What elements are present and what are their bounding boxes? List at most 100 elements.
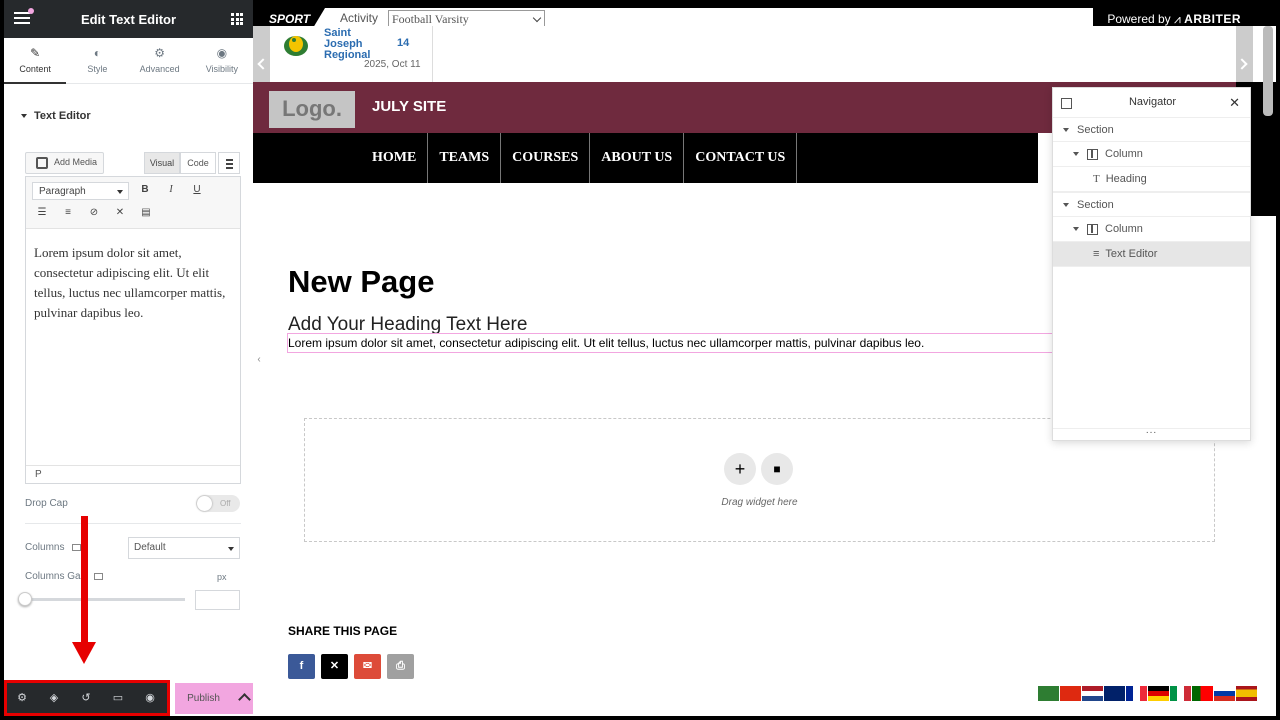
navigator-resize-dots: ... [1145, 425, 1158, 436]
settings-icon[interactable]: ⚙ [15, 691, 29, 705]
text-editor-field[interactable]: Paragraph B I U ☰ ≡ ⊘ ✕ ▤ Lorem ipsum do… [25, 176, 241, 484]
navigator-title: Navigator [1128, 96, 1177, 108]
flag-portuguese-icon[interactable] [1192, 686, 1213, 701]
eye-icon: ◉ [216, 46, 228, 60]
flag-french-icon[interactable] [1126, 686, 1147, 701]
contrast-icon: ◐ [93, 46, 101, 60]
widgets-grid-icon[interactable] [231, 13, 243, 25]
underline-button[interactable]: U [189, 184, 205, 195]
language-flags [1038, 686, 1257, 701]
navigator-item-section[interactable]: Section [1053, 117, 1250, 142]
page-title: New Page [288, 264, 435, 299]
site-logo[interactable]: Logo. [269, 91, 355, 128]
navigator-item-column[interactable]: Column [1053, 142, 1250, 167]
flag-arabic-icon[interactable] [1038, 686, 1059, 701]
tab-advanced[interactable]: ⚙ Advanced [129, 38, 191, 83]
powered-by: Powered by ⩘ ARBITER [1107, 12, 1241, 26]
drop-cap-toggle[interactable]: Off [196, 495, 240, 512]
activity-select[interactable]: Football Varsity [388, 10, 545, 27]
divider [25, 523, 241, 524]
flag-chinese-icon[interactable] [1060, 686, 1081, 701]
print-share-button[interactable]: ⎙ [387, 654, 414, 679]
add-section-button[interactable]: + [724, 453, 756, 485]
columns-gap-slider-track[interactable] [25, 598, 185, 601]
flag-russian-icon[interactable] [1214, 686, 1235, 701]
flag-dutch-icon[interactable] [1082, 686, 1103, 701]
nav-home[interactable]: HOME [361, 133, 429, 183]
layers-icon[interactable]: ◈ [47, 691, 61, 705]
chevron-left-icon [257, 58, 269, 70]
publish-button[interactable]: Publish [175, 683, 232, 714]
fullscreen-icon[interactable]: ✕ [112, 207, 128, 218]
column-icon [1087, 223, 1098, 235]
email-share-button[interactable]: ✉ [354, 654, 381, 679]
navigator-item-section[interactable]: Section [1053, 192, 1250, 217]
navigator-item-column[interactable]: Column [1053, 217, 1250, 242]
collapse-panel-button[interactable]: ‹ [253, 340, 265, 380]
format-select[interactable]: Paragraph [32, 182, 129, 200]
facebook-share-button[interactable]: f [288, 654, 315, 679]
panel-title: Edit Text Editor [80, 12, 177, 27]
team-name[interactable]: Saint Joseph Regional [324, 28, 384, 61]
history-icon[interactable]: ↺ [79, 691, 93, 705]
close-icon[interactable]: ✕ [1229, 95, 1240, 111]
add-media-button[interactable]: Add Media [25, 152, 104, 174]
unit-select[interactable]: px [217, 572, 227, 582]
dynamic-tags-icon[interactable] [218, 152, 240, 174]
preview-eye-icon[interactable]: ◉ [143, 691, 157, 705]
tab-content[interactable]: ✎ Content [4, 38, 67, 84]
site-name[interactable]: JULY SITE [372, 98, 446, 115]
nav-courses[interactable]: COURSES [501, 133, 591, 183]
annotation-arrow [81, 516, 88, 644]
annotation-arrow-head [72, 642, 96, 664]
caret-down-icon [1063, 128, 1069, 133]
sport-label: SPORT [269, 12, 311, 26]
caret-down-icon [1073, 152, 1079, 157]
x-share-button[interactable]: ✕ [321, 654, 348, 679]
flag-spanish-icon[interactable] [1236, 686, 1257, 701]
bold-button[interactable]: B [137, 184, 153, 195]
facebook-icon: f [299, 660, 304, 672]
navigator-item-text-editor[interactable]: ≡ Text Editor [1053, 242, 1250, 267]
navigator-item-heading[interactable]: T Heading [1053, 167, 1250, 192]
section-toggle-text-editor[interactable]: Text Editor [21, 110, 91, 122]
visual-tab[interactable]: Visual [144, 152, 180, 174]
drop-zone-text: Drag widget here [721, 497, 798, 508]
folder-icon: ■ [773, 462, 781, 476]
nav-teams[interactable]: TEAMS [428, 133, 502, 183]
email-icon: ✉ [362, 660, 373, 672]
flag-german-icon[interactable] [1148, 686, 1169, 701]
tab-style[interactable]: ◐ Style [66, 38, 128, 83]
navigator-panel: Navigator ✕ Section Column T Heading Sect… [1052, 87, 1251, 441]
italic-button[interactable]: I [163, 184, 179, 195]
team-score: 14 [397, 37, 410, 49]
nav-items: HOME TEAMS COURSES ABOUT US CONTACT US [361, 133, 798, 183]
footer-toolbar: ⚙ ◈ ↺ ▭ ◉ [4, 680, 170, 716]
panel-tabs: ✎ Content ◐ Style ⚙ Advanced ◉ Visibility [4, 38, 253, 84]
sport-bar: SPORT Activity Football Varsity Powered … [253, 0, 1276, 28]
keyboard-icon[interactable]: ▤ [138, 207, 154, 218]
page-scrollbar[interactable] [1263, 26, 1273, 116]
editor-panel: Edit Text Editor ✎ Content ◐ Style ⚙ Advanc… [0, 0, 257, 720]
desktop-icon [94, 572, 104, 580]
flag-italian-icon[interactable] [1170, 686, 1191, 701]
text-editor-icon: ≡ [1093, 248, 1100, 260]
flag-english-icon[interactable] [1104, 686, 1125, 701]
code-tab[interactable]: Code [180, 152, 216, 174]
tab-visibility[interactable]: ◉ Visibility [191, 38, 253, 83]
nav-about-us[interactable]: ABOUT US [590, 133, 685, 183]
editor-content[interactable]: Lorem ipsum dolor sit amet, consectetur … [34, 243, 234, 323]
columns-gap-input[interactable] [195, 590, 240, 610]
template-library-button[interactable]: ■ [761, 453, 793, 485]
nav-contact-us[interactable]: CONTACT US [684, 133, 798, 183]
columns-label: Columns [25, 542, 82, 553]
score-card[interactable]: Saint Joseph Regional 14 2025, Oct 11 [270, 26, 433, 82]
columns-select[interactable]: Default [128, 537, 240, 559]
link-icon[interactable]: ⊘ [86, 207, 102, 218]
responsive-icon[interactable]: ▭ [111, 691, 125, 705]
columns-gap-slider-handle[interactable] [18, 592, 32, 606]
numbered-list-icon[interactable]: ≡ [60, 207, 76, 218]
panel-header: Edit Text Editor [4, 0, 253, 38]
bullet-list-icon[interactable]: ☰ [34, 207, 50, 218]
x-icon: ✕ [329, 660, 340, 672]
